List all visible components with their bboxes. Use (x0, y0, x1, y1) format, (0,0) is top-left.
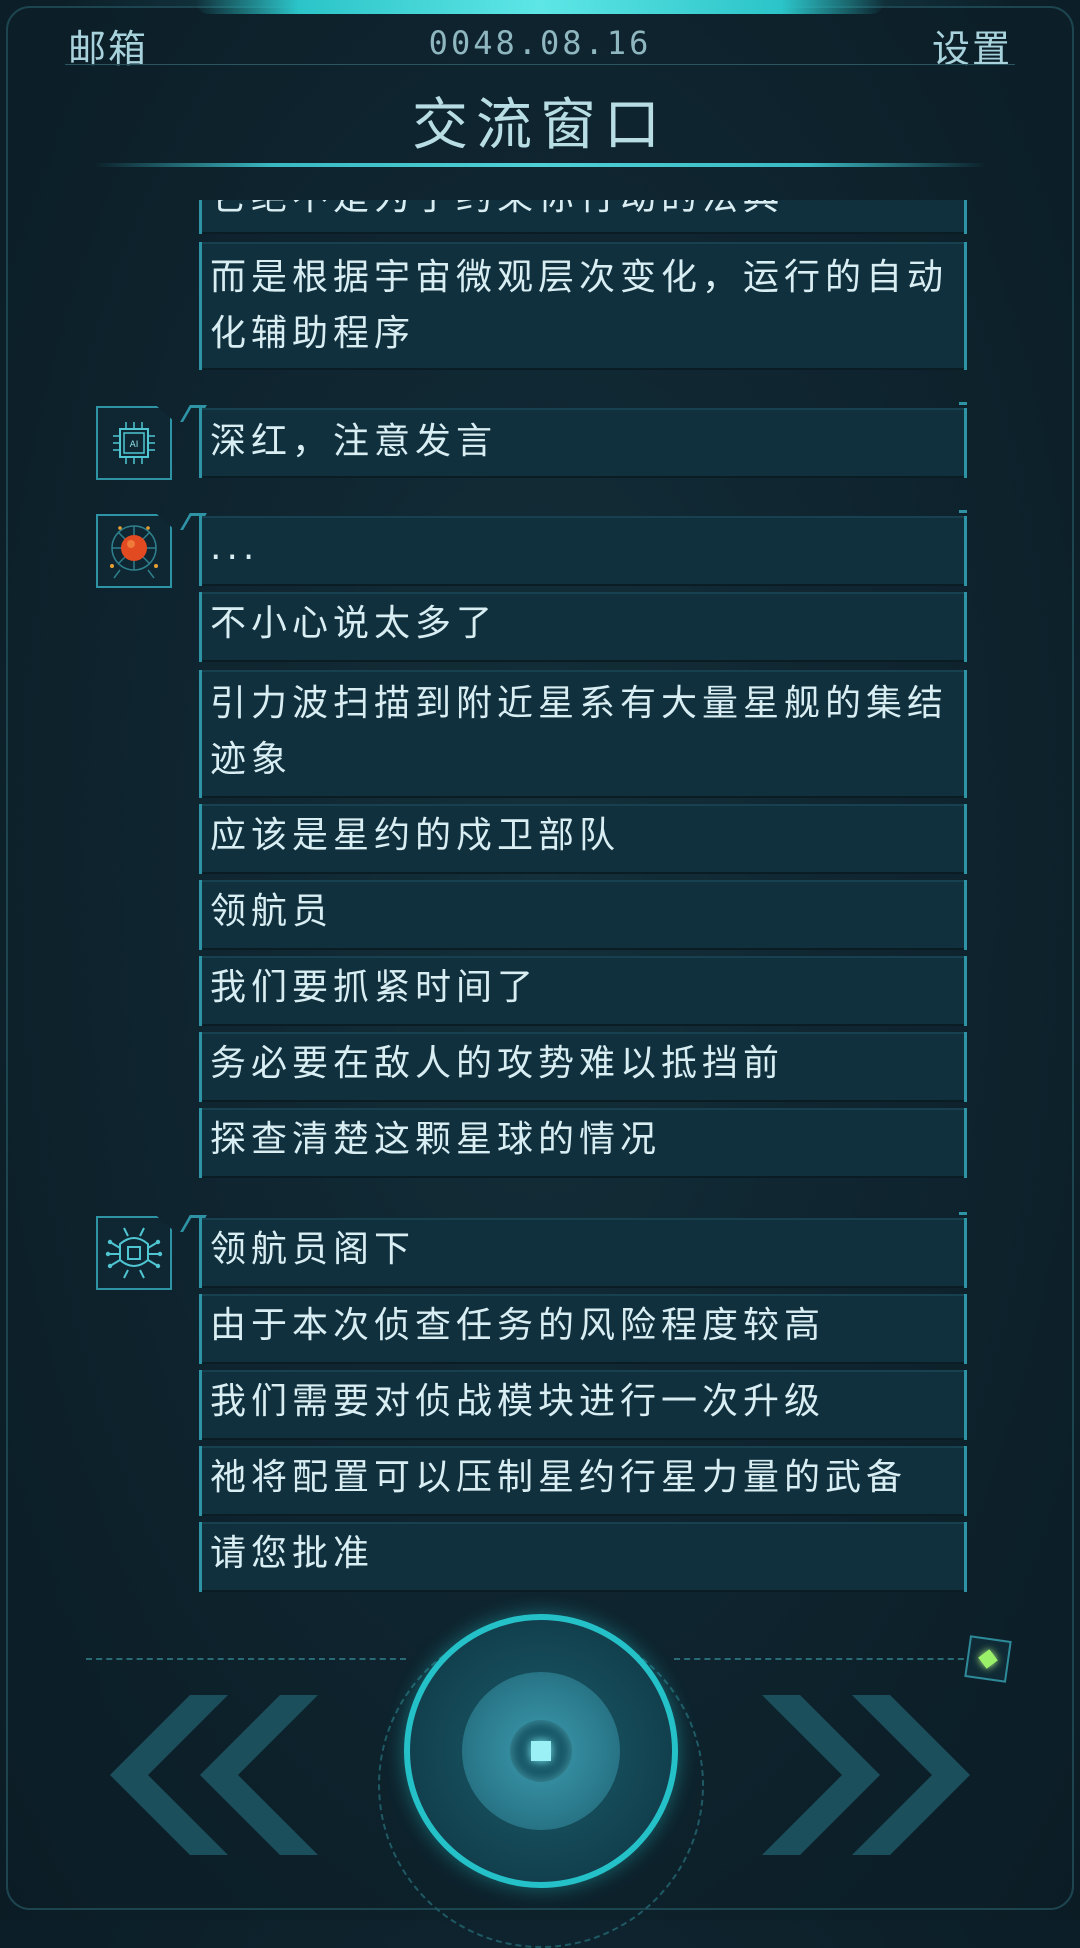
double-chevron-left-icon[interactable] (100, 1695, 320, 1855)
header: 邮箱 0048.08.16 设置 (0, 18, 1080, 71)
title-underline (95, 163, 985, 167)
header-divider (65, 64, 1015, 65)
page-title: 交流窗口 (412, 93, 668, 158)
message-bubble: 我们需要对侦战模块进行一次升级 (199, 1370, 967, 1440)
message-bubble: 请您批准 (199, 1522, 967, 1592)
message-text: 应该是星约的戍卫部队 (210, 815, 621, 856)
top-glow-bar (195, 0, 885, 14)
green-diamond-icon (978, 1649, 998, 1669)
message-text: 我们需要对侦战模块进行一次升级 (210, 1381, 826, 1422)
speaker-avatar: AI (96, 406, 172, 480)
message-text: 引力波扫描到附近星系有大量星舰的集结迹象 (210, 683, 949, 780)
message-bubble: 而是根据宇宙微观层次变化，运行的自动化辅助程序 (199, 242, 967, 370)
message-bubble: 领航员阁下 (199, 1212, 967, 1288)
message-bubble: 不小心说太多了 (199, 592, 967, 662)
ai-chip-icon: AI (113, 422, 155, 464)
control-divider-left (86, 1658, 406, 1660)
speaker-avatar (96, 514, 172, 588)
double-chevron-right-icon[interactable] (760, 1695, 980, 1855)
message-text: 由于本次侦查任务的风险程度较高 (210, 1305, 826, 1346)
message-bubble: ... (199, 510, 967, 586)
message-bubble: 引力波扫描到附近星系有大量星舰的集结迹象 (199, 670, 967, 798)
message-bubble: 我们要抓紧时间了 (199, 956, 967, 1026)
message-text: ... (210, 527, 260, 568)
chat-scroll-area[interactable]: 它绝不是为了约束你行动的法典 而是根据宇宙微观层次变化，运行的自动化辅助程序 A… (0, 200, 1080, 1600)
message-text: 务必要在敌人的攻势难以抵挡前 (210, 1043, 785, 1084)
message-bubble: 领航员 (199, 880, 967, 950)
message-bubble: 它绝不是为了约束你行动的法典 (199, 200, 967, 234)
message-text: 领航员 (210, 891, 334, 932)
message-text: 不小心说太多了 (210, 603, 498, 644)
message-bubble: 由于本次侦查任务的风险程度较高 (199, 1294, 967, 1364)
center-inner-ring (462, 1672, 620, 1830)
message-text: 探查清楚这颗星球的情况 (210, 1119, 662, 1160)
message-text: 祂将配置可以压制星约行星力量的武备 (210, 1457, 908, 1498)
circuit-bug-icon (105, 1227, 163, 1279)
center-core (510, 1720, 572, 1782)
red-orb-network-icon (110, 525, 158, 579)
gem-button[interactable] (964, 1635, 1012, 1683)
message-text: 请您批准 (210, 1533, 375, 1574)
stop-square-icon (531, 1741, 551, 1761)
message-bubble: 深红，注意发言 (199, 402, 967, 478)
speaker-avatar (96, 1216, 172, 1290)
message-bubble: 探查清楚这颗星球的情况 (199, 1108, 967, 1178)
message-text: 深红，注意发言 (210, 421, 498, 462)
message-text: 我们要抓紧时间了 (210, 967, 539, 1008)
message-bubble: 务必要在敌人的攻势难以抵挡前 (199, 1032, 967, 1102)
control-divider-right (674, 1658, 974, 1660)
message-text: 它绝不是为了约束你行动的法典 (210, 200, 784, 218)
message-bubble: 应该是星约的戍卫部队 (199, 804, 967, 874)
message-bubble: 祂将配置可以压制星约行星力量的武备 (199, 1446, 967, 1516)
svg-text:AI: AI (130, 440, 139, 450)
message-text: 而是根据宇宙微观层次变化，运行的自动化辅助程序 (210, 257, 949, 354)
center-action-button[interactable] (404, 1614, 678, 1888)
date-display: 0048.08.16 (428, 24, 652, 62)
message-text: 领航员阁下 (210, 1229, 416, 1270)
